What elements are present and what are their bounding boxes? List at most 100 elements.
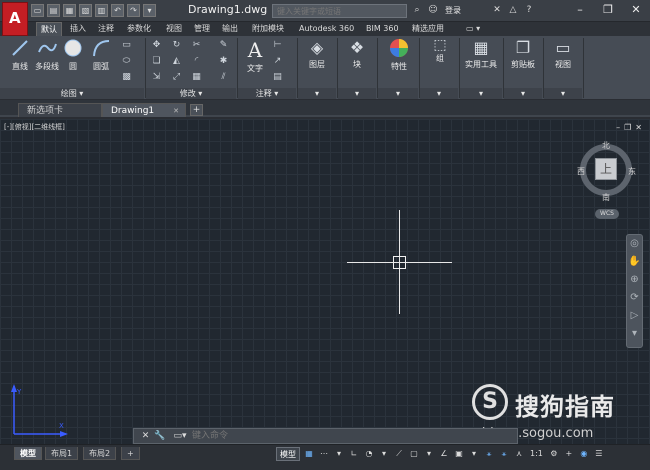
arc-tool[interactable]: 圆弧 [89,38,113,72]
scale-icon[interactable]: ⤢ [171,72,182,83]
tab-insert[interactable]: 插入 [66,22,90,36]
new-file-icon[interactable]: ▭ [31,4,44,17]
rectangle-icon[interactable]: ▭ [121,40,132,51]
layout-tab-layout1[interactable]: 布局1 [45,447,79,460]
doc-tab-drawing1[interactable]: Drawing1 ✕ [102,103,186,117]
command-input[interactable] [192,430,512,442]
copy-icon[interactable]: ❏ [151,56,162,67]
rotate-icon[interactable]: ↻ [171,40,182,51]
tab-manage[interactable]: 管理 [190,22,214,36]
polar-dropdown-icon[interactable]: ▾ [378,447,390,461]
array-icon[interactable]: ▦ [191,72,202,83]
save-icon[interactable]: ▦ [63,4,76,17]
auto-scale-icon[interactable]: ⚹ [498,447,510,461]
line-tool[interactable]: 直线 [8,38,32,72]
offset-icon[interactable]: ⫽ [218,72,229,83]
user-icon[interactable]: ☺ [427,4,439,16]
tab-featured-apps[interactable]: 精选应用 [408,22,448,36]
circle-tool[interactable]: 圆 [62,38,84,72]
viewport-controls-label[interactable]: [-][俯视][二维线框] [4,122,65,132]
a360-icon[interactable]: △ [507,4,519,16]
orbit-icon[interactable]: ⟳ [627,289,642,307]
utilities-panel-dropdown[interactable]: ▾ [460,88,502,99]
minimize-icon[interactable]: – [566,0,594,20]
showmotion-icon[interactable]: ▷ [627,307,642,325]
viewcube-top-face[interactable]: 上 [595,158,617,180]
layout-tab-layout2[interactable]: 布局2 [83,447,117,460]
properties-panel-dropdown[interactable]: ▾ [378,88,418,99]
search-input[interactable] [272,4,407,18]
ribbon-options-icon[interactable]: ▭ ▾ [462,22,484,36]
viewport-minimize-icon[interactable]: – [616,123,620,132]
redo-icon[interactable]: ↷ [127,4,140,17]
trim-icon[interactable]: ✂ [191,40,202,51]
fillet-icon[interactable]: ◜ [191,56,202,67]
workspace-gear-icon[interactable]: ⚙ [548,447,560,461]
clipboard-panel-dropdown[interactable]: ▾ [504,88,542,99]
add-layout-icon[interactable]: + [121,447,140,460]
navbar-options-icon[interactable]: ▾ [627,325,642,343]
leader-icon[interactable]: ↗ [272,56,283,67]
exchange-icon[interactable]: ✕ [491,4,503,16]
lineweight-icon[interactable]: ∠ [438,447,450,461]
layers-panel-dropdown[interactable]: ▾ [298,88,336,99]
tab-view[interactable]: 视图 [162,22,186,36]
group-panel-dropdown[interactable]: ▾ [420,88,458,99]
snap-icon[interactable]: ⋯ [318,447,330,461]
tab-addins[interactable]: 附加模块 [248,22,288,36]
doc-tab-new[interactable]: 新选项卡 [18,103,102,117]
qat-dropdown-icon[interactable]: ▾ [143,4,156,17]
tab-parametric[interactable]: 参数化 [123,22,155,36]
viewport-close-icon[interactable]: ✕ [635,123,642,132]
cmd-settings-wrench-icon[interactable]: 🔧 [154,431,165,442]
annotation-panel-title[interactable]: 注释 ▾ [238,88,296,99]
annotation-scale-icon[interactable]: ⋏ [513,447,525,461]
transparency-icon[interactable]: ▣ [453,447,465,461]
wcs-menu[interactable]: WCS [595,209,619,219]
block-panel-dropdown[interactable]: ▾ [338,88,376,99]
steering-wheel-icon[interactable]: ◎ [627,235,642,253]
osnap-dropdown-icon[interactable]: ▾ [423,447,435,461]
polyline-tool[interactable]: 多段线 [33,38,61,72]
compass-north[interactable]: 北 [602,140,610,151]
viewcube[interactable]: 上 北 南 东 西 [574,138,640,204]
print-icon[interactable]: ▥ [95,4,108,17]
tab-annotate[interactable]: 注释 [94,22,118,36]
tab-bim360[interactable]: BIM 360 [362,22,403,36]
modify-panel-title[interactable]: 修改 ▾ [146,88,236,99]
text-tool[interactable]: A 文字 [243,38,267,74]
layers-tool[interactable]: ◈ 图层 [302,38,332,70]
tab-autodesk360[interactable]: Autodesk 360 [295,22,358,36]
tab-close-icon[interactable]: ✕ [173,104,179,118]
layout-tab-model[interactable]: 模型 [14,447,42,460]
move-icon[interactable]: ✥ [151,40,162,51]
add-scale-icon[interactable]: + [563,447,575,461]
snap-dropdown-icon[interactable]: ▾ [333,447,345,461]
dimension-icon[interactable]: ⊢ [272,40,283,51]
view-tool[interactable]: ▭ 视图 [548,38,578,70]
restore-icon[interactable]: ❐ [594,0,622,20]
search-icon[interactable]: ⌕ [411,4,423,16]
compass-east[interactable]: 东 [628,166,636,177]
help-icon[interactable]: ? [523,4,535,16]
utilities-tool[interactable]: ▦ 实用工具 [462,38,500,70]
isodraft-icon[interactable]: ⟋ [393,447,405,461]
tab-output[interactable]: 输出 [218,22,242,36]
tab-home[interactable]: 默认 [36,22,62,36]
undo-icon[interactable]: ↶ [111,4,124,17]
zoom-extents-icon[interactable]: ⊕ [627,271,642,289]
draw-panel-title[interactable]: 绘图 ▾ [0,88,144,99]
block-tool[interactable]: ❖ 块 [342,38,372,70]
polar-icon[interactable]: ◔ [363,447,375,461]
compass-south[interactable]: 南 [602,192,610,203]
erase-icon[interactable]: ✎ [218,40,229,51]
stretch-icon[interactable]: ⇲ [151,72,162,83]
explode-icon[interactable]: ✱ [218,56,229,67]
model-space-button[interactable]: 模型 [276,447,300,461]
selection-cycling-icon[interactable]: ▾ [468,447,480,461]
annotation-visibility-icon[interactable]: ⚹ [483,447,495,461]
hatch-icon[interactable]: ▩ [121,72,132,83]
mirror-icon[interactable]: ◭ [171,56,182,67]
login-link[interactable]: 登录 [445,5,461,16]
ortho-icon[interactable]: ∟ [348,447,360,461]
